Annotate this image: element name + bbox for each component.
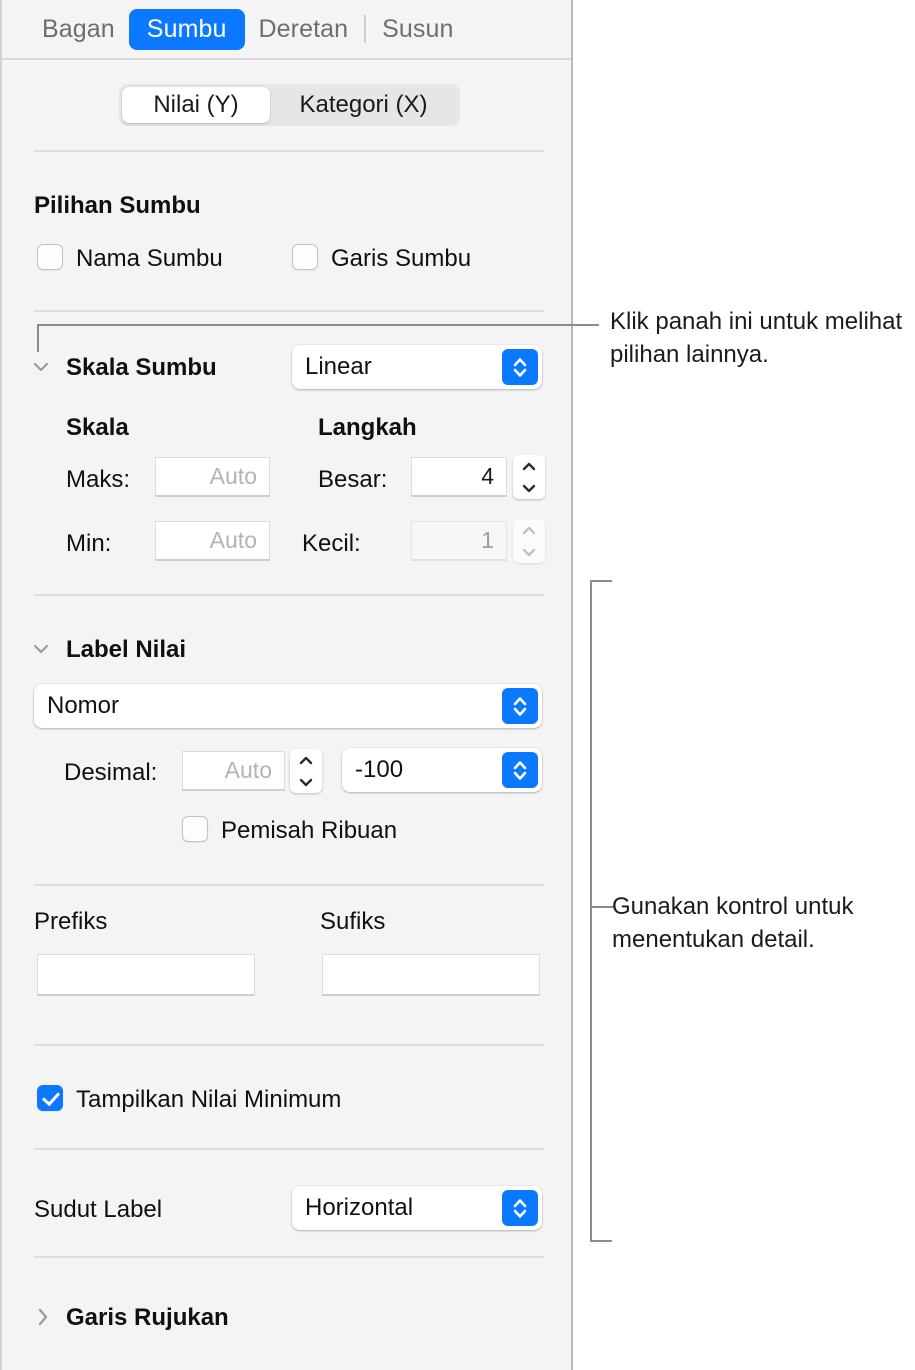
kecil-input: 1: [411, 521, 507, 561]
segment-kategori-x[interactable]: Kategori (X): [270, 87, 457, 123]
chevron-right-icon[interactable]: [32, 1306, 54, 1328]
section-title-axis-options: Pilihan Sumbu: [34, 192, 201, 219]
stepper-down-icon[interactable]: [513, 477, 545, 499]
chevron-updown-icon[interactable]: [502, 349, 538, 385]
sufiks-input[interactable]: [322, 954, 540, 996]
section-title-value-labels: Label Nilai: [66, 636, 187, 663]
section-title-reference-lines: Garis Rujukan: [66, 1304, 229, 1331]
callout-bracket: [590, 580, 612, 1242]
desimal-input[interactable]: Auto: [182, 751, 285, 791]
tab-sumbu[interactable]: Sumbu: [128, 8, 245, 50]
min-input[interactable]: Auto: [155, 521, 270, 561]
checkbox-pemisah-ribuan[interactable]: [182, 816, 208, 842]
kecil-stepper: [513, 519, 545, 563]
checkbox-label-garis-sumbu: Garis Sumbu: [331, 245, 472, 272]
desimal-input-value: Auto: [224, 757, 272, 783]
tab-deretan[interactable]: Deretan: [245, 10, 363, 49]
label-angle-value: Horizontal: [305, 1194, 414, 1221]
field-label-prefiks: Prefiks: [34, 908, 108, 935]
separator: [34, 1256, 544, 1258]
field-label-min: Min:: [66, 530, 112, 557]
field-label-desimal: Desimal:: [64, 759, 158, 786]
field-label-sudut-label: Sudut Label: [34, 1196, 163, 1223]
axis-scale-type-value: Linear: [305, 353, 372, 380]
stepper-down-icon[interactable]: [290, 771, 322, 793]
maks-input-value: Auto: [209, 463, 257, 489]
checkbox-nama-sumbu[interactable]: [37, 244, 63, 270]
tab-susun[interactable]: Susun: [368, 10, 467, 49]
checkbox-label-tampilkan-nilai-minimum: Tampilkan Nilai Minimum: [76, 1086, 342, 1113]
besar-input-value: 4: [481, 463, 494, 489]
desimal-stepper[interactable]: [290, 749, 322, 793]
callout-bracket-tick: [592, 906, 614, 908]
separator: [34, 594, 544, 596]
kecil-input-value: 1: [481, 527, 494, 553]
column-header-skala: Skala: [66, 414, 129, 441]
stepper-up-icon[interactable]: [290, 749, 322, 771]
chart-axis-inspector-panel: Bagan Sumbu Deretan Susun Nilai (Y) Kate…: [0, 0, 573, 1370]
separator: [34, 150, 544, 152]
separator: [34, 1148, 544, 1150]
chevron-down-icon[interactable]: [30, 638, 52, 660]
chevron-updown-icon[interactable]: [502, 1190, 538, 1226]
field-label-kecil: Kecil:: [302, 530, 361, 557]
separator: [34, 1044, 544, 1046]
stepper-up-icon[interactable]: [513, 455, 545, 477]
tab-divider: [364, 15, 367, 43]
callout-controls: Gunakan kontrol untuk menentukan detail.: [612, 893, 854, 953]
separator: [34, 884, 544, 886]
checkbox-garis-sumbu[interactable]: [292, 244, 318, 270]
checkbox-label-pemisah-ribuan: Pemisah Ribuan: [221, 817, 398, 844]
chevron-updown-icon[interactable]: [502, 752, 538, 788]
axis-scale-type-select[interactable]: Linear: [292, 345, 542, 389]
negative-number-style-select[interactable]: -100: [342, 748, 542, 792]
separator: [34, 310, 544, 312]
prefiks-input[interactable]: [37, 954, 255, 996]
stepper-up-icon: [513, 519, 545, 541]
stepper-down-icon: [513, 541, 545, 563]
chevron-updown-icon[interactable]: [502, 688, 538, 724]
value-label-format-value: Nomor: [47, 692, 120, 719]
field-label-sufiks: Sufiks: [320, 908, 386, 935]
value-label-format-select[interactable]: Nomor: [34, 684, 542, 728]
chevron-down-icon[interactable]: [30, 356, 52, 378]
section-title-axis-scale: Skala Sumbu: [66, 354, 217, 381]
field-label-besar: Besar:: [318, 466, 388, 493]
callout-disclosure: Klik panah ini untuk melihat pilihan lai…: [610, 308, 903, 368]
maks-input[interactable]: Auto: [155, 457, 270, 497]
axis-segmented-control[interactable]: Nilai (Y) Kategori (X): [119, 84, 460, 126]
tab-bagan[interactable]: Bagan: [28, 10, 129, 49]
besar-input[interactable]: 4: [411, 457, 507, 497]
field-label-maks: Maks:: [66, 466, 131, 493]
checkbox-tampilkan-nilai-minimum[interactable]: [37, 1085, 63, 1111]
inspector-tab-bar: Bagan Sumbu Deretan Susun: [2, 0, 571, 60]
label-angle-select[interactable]: Horizontal: [292, 1186, 542, 1230]
checkbox-label-nama-sumbu: Nama Sumbu: [76, 245, 223, 272]
segment-nilai-y[interactable]: Nilai (Y): [122, 87, 270, 123]
callout-leader-horizontal: [37, 324, 599, 326]
column-header-langkah: Langkah: [318, 414, 417, 441]
callout-leader-vertical: [37, 324, 39, 352]
negative-number-style-value: -100: [355, 756, 404, 783]
besar-stepper[interactable]: [513, 455, 545, 499]
min-input-value: Auto: [209, 527, 257, 553]
